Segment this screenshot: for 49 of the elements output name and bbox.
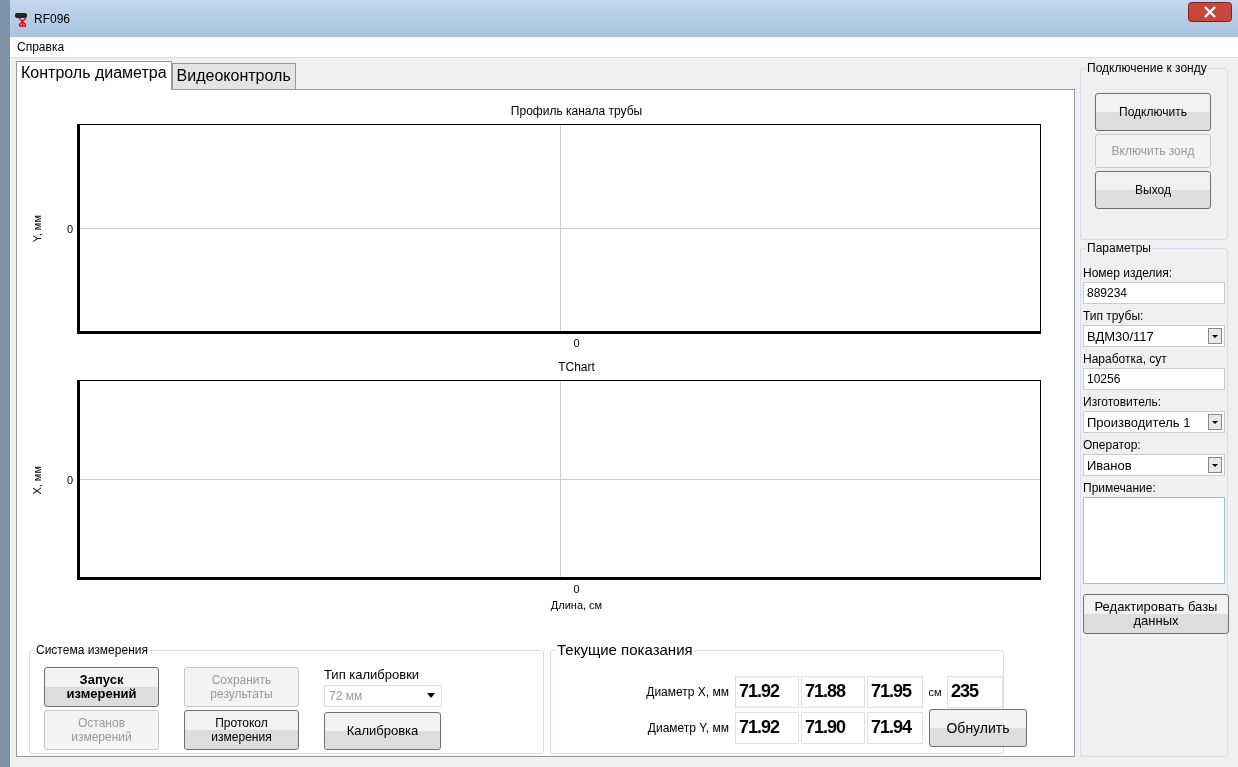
text-field[interactable]: 889234: [1083, 282, 1225, 304]
button[interactable]: Подключить: [1095, 93, 1211, 131]
group-title: Подключение к зонду: [1086, 61, 1208, 75]
field-label: Тип трубы:: [1083, 308, 1145, 325]
length-value: 235: [947, 676, 1003, 708]
note-field[interactable]: [1083, 497, 1225, 584]
reading-value: 71.92: [735, 676, 799, 708]
reading-label: Диаметр Y, мм: [646, 721, 730, 735]
reading-value: 71.92: [735, 712, 799, 744]
tick-label: 0: [66, 474, 73, 486]
button[interactable]: Выход: [1095, 171, 1211, 209]
tab[interactable]: Видеоконтроль: [171, 63, 296, 89]
group-title: Система измерения: [35, 643, 149, 657]
combo-box[interactable]: Производитель 1: [1083, 411, 1225, 433]
field-label: Оператор:: [1083, 437, 1142, 454]
calibrate-button[interactable]: Калибровка: [324, 711, 441, 750]
window-title: RF096: [34, 11, 71, 26]
reset-button[interactable]: Обнулить: [929, 709, 1027, 747]
reading-value: 71.94: [867, 712, 923, 744]
chart-title: TChart: [557, 360, 596, 376]
reading-value: 71.88: [801, 676, 865, 708]
combo-box[interactable]: Иванов: [1083, 454, 1225, 476]
tick-label: 0: [66, 223, 73, 235]
text-field[interactable]: 10256: [1083, 368, 1225, 390]
field-label: Примечание:: [1083, 480, 1157, 497]
axis-label: X, мм: [31, 465, 43, 495]
field-label: Изготовитель:: [1083, 394, 1162, 411]
tick-label: 0: [573, 583, 580, 595]
axis-label: Длина, см: [550, 599, 603, 611]
close-button[interactable]: [1188, 1, 1232, 22]
unit-label: см: [927, 686, 943, 698]
combo-box[interactable]: ВДМ30/117: [1083, 325, 1225, 347]
field-label: Наработка, сут: [1083, 351, 1168, 368]
caret-icon: [427, 693, 435, 699]
field-label: Номер изделия:: [1083, 265, 1174, 282]
tab[interactable]: Контроль диаметра: [16, 61, 172, 90]
group-title: Параметры: [1086, 241, 1152, 255]
tick-label: 0: [573, 337, 580, 349]
chart-title: Профиль канала трубы: [509, 104, 644, 120]
axis-label: Y, мм: [31, 215, 43, 243]
button[interactable]: Запуск измерений: [44, 667, 159, 707]
reading-label: Диаметр X, мм: [645, 685, 730, 699]
button[interactable]: Протокол измерения: [184, 710, 299, 750]
menu-item[interactable]: Справка: [14, 40, 68, 54]
field-label: Тип калибровки: [324, 667, 421, 683]
reading-value: 71.90: [801, 712, 865, 744]
edit-database-button[interactable]: Редактировать базы данных: [1083, 594, 1229, 634]
reading-value: 71.95: [867, 676, 923, 708]
app-icon: [14, 10, 30, 27]
